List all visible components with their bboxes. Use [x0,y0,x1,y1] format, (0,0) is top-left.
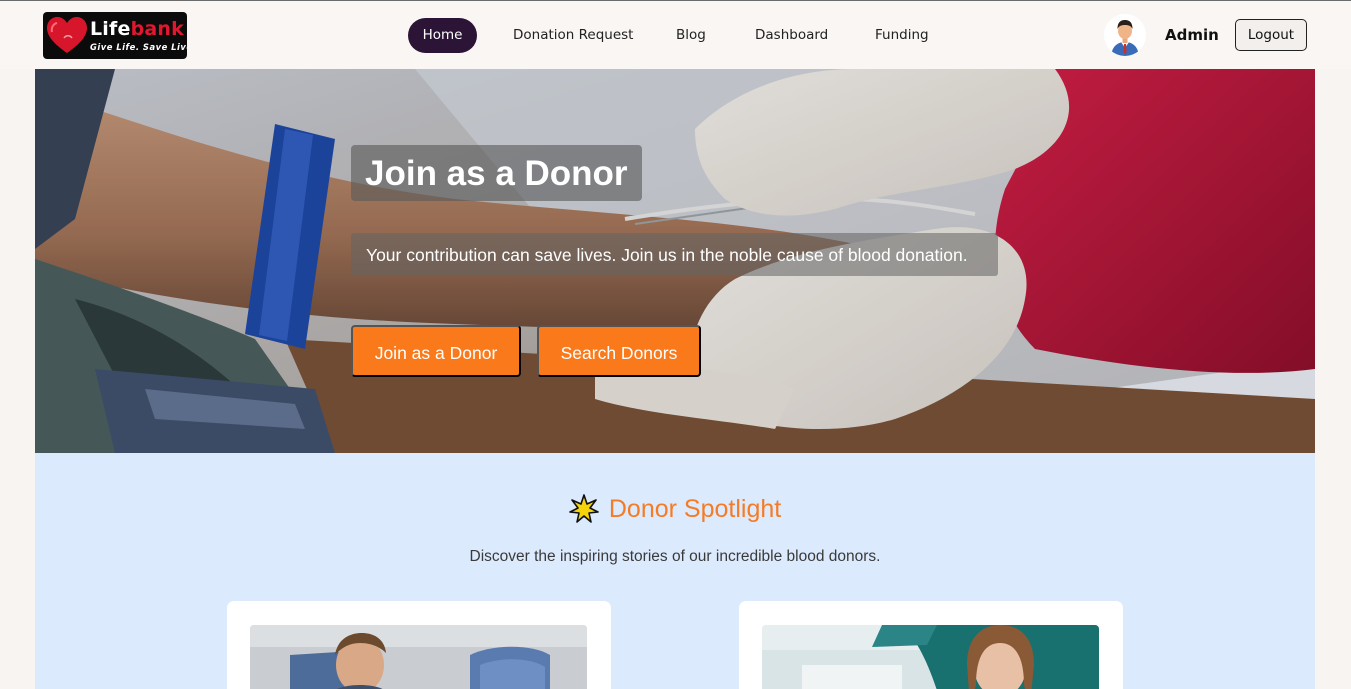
donor-photo [250,625,587,689]
brand-tagline: Give Life. Save Lives [90,42,187,52]
heart-logo-icon [47,17,87,53]
nav-donation-request[interactable]: Donation Request [513,18,633,53]
donor-spotlight-section: Donor Spotlight Discover the inspiring s… [35,453,1315,689]
spotlight-title: Donor Spotlight [608,494,782,523]
search-donors-button[interactable]: Search Donors [537,325,701,377]
hero-subtitle: Your contribution can save lives. Join u… [351,233,998,276]
brand-logo[interactable]: Lifebank Give Life. Save Lives [43,12,187,59]
navbar: Lifebank Give Life. Save Lives Home Dona… [0,1,1351,69]
nav-funding[interactable]: Funding [875,18,929,53]
star-burst-icon [568,494,599,523]
brand-name: Lifebank [90,18,184,40]
donor-card[interactable] [739,601,1123,689]
nav-dashboard[interactable]: Dashboard [755,18,828,53]
logout-button[interactable]: Logout [1235,19,1307,51]
nav-home[interactable]: Home [408,18,477,53]
user-avatar-icon[interactable] [1104,14,1146,56]
hero-title: Join as a Donor [351,145,642,201]
user-name: Admin [1165,26,1219,44]
nav-blog[interactable]: Blog [676,18,706,53]
spotlight-heading: Donor Spotlight [35,494,1315,528]
join-as-donor-button[interactable]: Join as a Donor [351,325,521,377]
donor-photo [762,625,1099,689]
spotlight-subtitle: Discover the inspiring stories of our in… [469,548,881,565]
hero-banner: Join as a Donor Your contribution can sa… [35,69,1315,453]
donor-card[interactable] [227,601,611,689]
